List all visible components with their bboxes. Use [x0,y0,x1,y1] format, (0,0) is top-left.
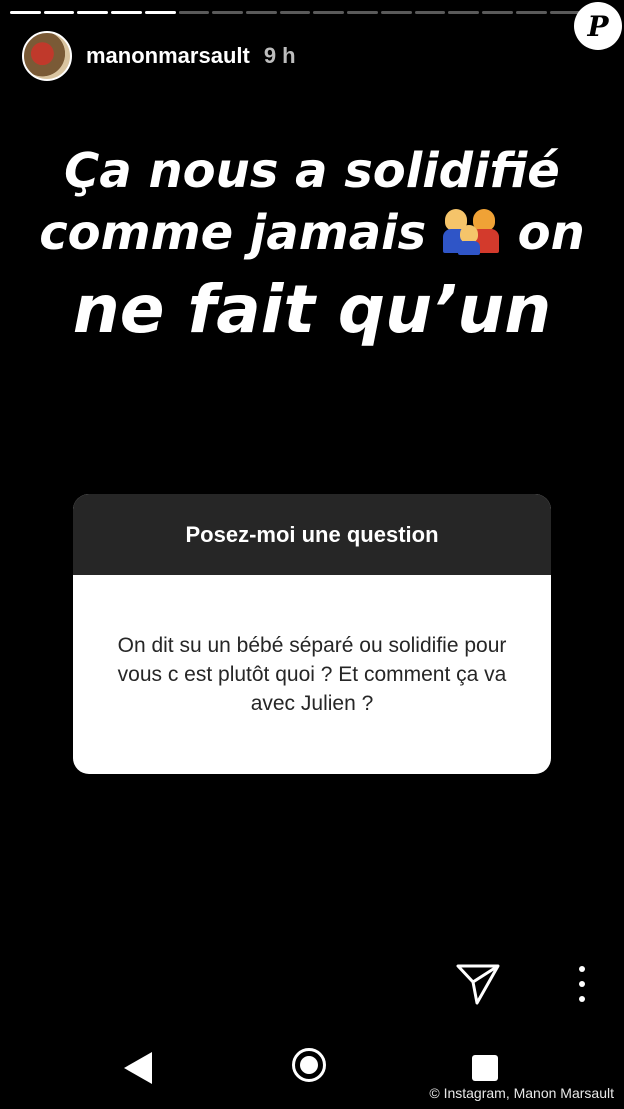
send-icon[interactable] [455,962,501,1006]
more-options-icon[interactable] [576,966,588,1002]
progress-segment [77,11,109,14]
progress-segment [246,11,277,14]
post-time: 9 h [263,43,296,68]
home-icon[interactable] [292,1048,326,1082]
progress-segment [111,11,142,14]
progress-segment [313,11,345,14]
progress-segment [178,11,210,14]
question-sticker-body: On dit su un bébé séparé ou solidifie po… [117,634,507,715]
headline-line-2: comme jamais on [0,202,624,264]
headline-line-2-start: comme jamais [39,205,427,261]
logo-letter: P [587,9,609,43]
story-headline: Ça nous a solidifié comme jamais on ne f… [0,140,624,350]
progress-segment [144,11,176,14]
progress-segment [10,11,41,14]
back-icon[interactable] [122,1050,154,1086]
progress-segment [380,11,412,14]
story-progress-bar [10,11,614,14]
progress-segment [549,11,581,14]
recent-apps-icon[interactable] [472,1055,498,1081]
family-emoji-icon [442,203,501,255]
story-header: manonmarsault 9 h [22,30,554,82]
progress-segment [482,11,513,14]
username[interactable]: manonmarsault [86,43,250,69]
photo-credit: © Instagram, Manon Marsault [429,1085,614,1101]
progress-segment [414,11,446,14]
purepeople-logo-icon: P [574,2,622,50]
progress-segment [212,11,244,14]
headline-line-2-end: on [517,205,585,261]
progress-segment [279,11,311,14]
headline-line-3: ne fait qu’un [72,271,552,348]
progress-segment [515,11,547,14]
progress-segment [448,11,480,14]
question-sticker[interactable]: Posez-moi une question On dit su un bébé… [73,494,551,774]
headline-line-1: Ça nous a solidifié [64,143,560,199]
progress-segment [347,11,378,14]
question-sticker-title: Posez-moi une question [73,494,551,575]
progress-segment [43,11,75,14]
avatar[interactable] [22,31,72,81]
